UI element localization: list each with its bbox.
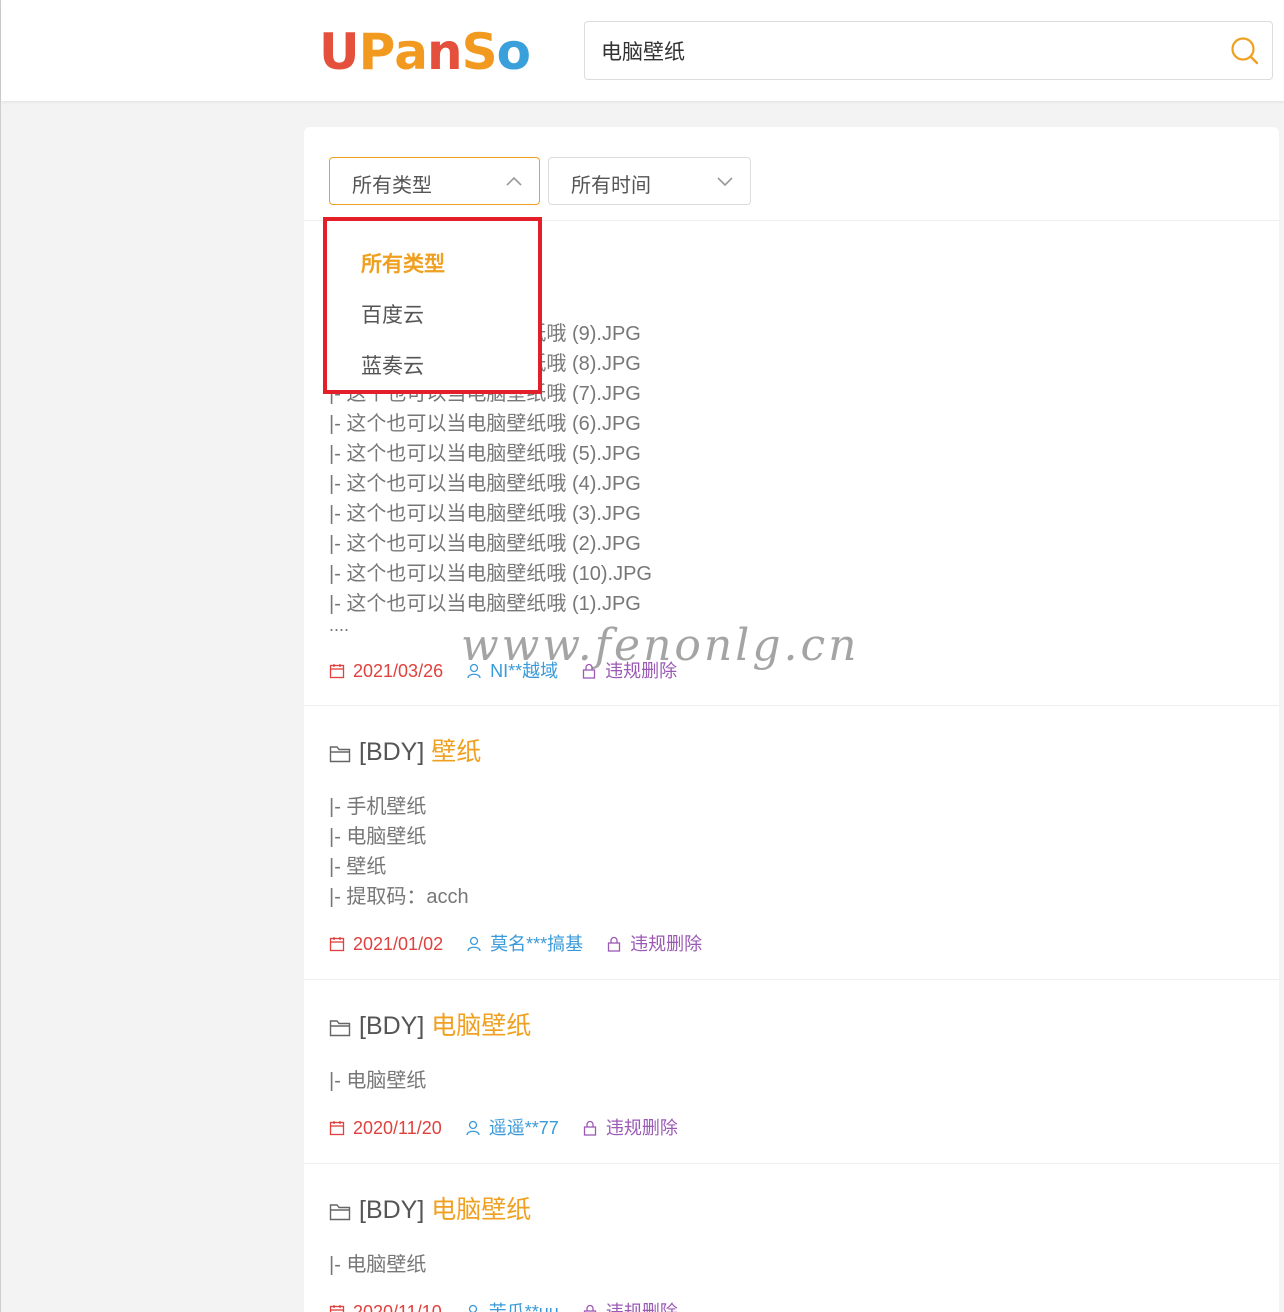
file-line: |- 这个也可以当电脑壁纸哦 (5).JPG: [329, 443, 641, 465]
result-prefix: [BDY]: [359, 1012, 425, 1040]
result-user: 遥遥**77: [488, 1118, 559, 1138]
dropdown-option-baidu[interactable]: 百度云: [361, 299, 424, 329]
chevron-up-icon: [506, 176, 522, 186]
user-field: NI**越域: [466, 661, 558, 681]
filter-bar: 所有类型 所有时间: [304, 127, 1279, 221]
search-input[interactable]: [601, 22, 1221, 79]
calendar-icon: [329, 664, 345, 679]
search-box: [584, 21, 1273, 80]
result-title[interactable]: [BDY] 电脑壁纸: [329, 1190, 531, 1226]
more-indicator: ....: [329, 615, 350, 635]
user-field: 遥遥**77: [465, 1118, 559, 1138]
logo-letter: S: [461, 23, 498, 81]
report-label: 违规删除: [605, 1302, 678, 1312]
result-date: 2020/11/20: [353, 1118, 442, 1138]
user-icon: [466, 1120, 480, 1136]
result-item: [BDY] 电脑壁纸 |- 电脑壁纸 2020/11/20 遥遥**77 违规删…: [304, 980, 1279, 1164]
result-user: NI**越域: [490, 661, 559, 681]
file-line: |- 这个也可以当电脑壁纸哦 (1).JPG: [329, 593, 641, 615]
site-logo[interactable]: UPanSo: [319, 22, 531, 82]
file-line: |- 这个也可以当电脑壁纸哦 (3).JPG: [329, 503, 641, 525]
logo-letter: a: [394, 23, 428, 81]
result-title[interactable]: [BDY] 壁纸: [329, 732, 481, 768]
report-label: 违规删除: [605, 1118, 678, 1138]
file-line: |- 壁纸: [329, 856, 387, 878]
date-field: 2020/11/10: [329, 1302, 442, 1312]
report-link[interactable]: 违规删除: [582, 1302, 678, 1312]
date-field: 2020/11/20: [329, 1118, 442, 1138]
result-keyword: 电脑壁纸: [431, 1196, 532, 1224]
file-line: |- 这个也可以当电脑壁纸哦 (4).JPG: [329, 473, 641, 495]
logo-letter: P: [358, 23, 396, 81]
date-field: 2021/03/26: [329, 661, 443, 681]
file-line: |- 手机壁纸: [329, 796, 427, 818]
result-keyword: 壁纸: [431, 738, 482, 766]
folder-icon: [329, 1020, 351, 1037]
result-user: 莫名***搞基: [490, 934, 584, 954]
result-meta: 2020/11/10 苦瓜**uu 违规删除: [329, 1298, 678, 1312]
calendar-icon: [329, 1305, 345, 1312]
result-item: [BDY] 电脑壁纸 |- 电脑壁纸 2020/11/10 苦瓜**uu 违规删…: [304, 1164, 1279, 1312]
site-header: UPanSo: [1, 0, 1284, 101]
time-filter-select[interactable]: 所有时间: [548, 157, 751, 205]
user-field: 苦瓜**uu: [465, 1302, 559, 1312]
result-title[interactable]: [BDY] 电脑壁纸: [329, 1006, 531, 1042]
user-icon: [467, 663, 481, 679]
type-dropdown-menu: 所有类型 百度云 蓝奏云: [323, 217, 542, 394]
date-field: 2021/01/02: [329, 934, 443, 954]
lock-icon: [583, 1120, 596, 1136]
result-meta: 2021/03/26 NI**越域 违规删除: [329, 657, 677, 683]
user-field: 莫名***搞基: [466, 934, 583, 954]
result-item: [BDY] 壁纸 |- 手机壁纸 |- 电脑壁纸 |- 壁纸 |- 提取码：ac…: [304, 706, 1279, 980]
type-filter-select[interactable]: 所有类型: [329, 157, 540, 205]
report-link[interactable]: 违规删除: [582, 1118, 678, 1138]
report-link[interactable]: 违规删除: [581, 661, 677, 681]
logo-letter: U: [319, 23, 360, 81]
report-link[interactable]: 违规删除: [606, 934, 702, 954]
user-icon: [468, 1304, 477, 1312]
result-date: 2021/03/26: [353, 661, 444, 681]
file-line: |- 电脑壁纸: [329, 826, 427, 848]
lock-icon: [583, 1304, 596, 1312]
result-prefix: [BDY]: [359, 1196, 425, 1224]
type-filter-label: 所有类型: [352, 175, 432, 197]
chevron-down-icon: [717, 177, 733, 187]
result-meta: 2021/01/02 莫名***搞基 违规删除: [329, 930, 702, 956]
calendar-icon: [329, 1121, 345, 1136]
file-line: |- 这个也可以当电脑壁纸哦 (6).JPG: [329, 413, 641, 435]
report-label: 违规删除: [605, 661, 678, 681]
file-line: |- 电脑壁纸: [329, 1070, 427, 1092]
lock-icon: [607, 936, 621, 952]
result-date: 2021/01/02: [353, 934, 444, 954]
result-date: 2020/11/10: [353, 1302, 442, 1312]
file-line: |- 提取码：acch: [329, 886, 469, 908]
result-meta: 2020/11/20 遥遥**77 违规删除: [329, 1114, 678, 1140]
folder-icon: [329, 1204, 351, 1221]
report-label: 违规删除: [630, 934, 703, 954]
file-line: |- 这个也可以当电脑壁纸哦 (2).JPG: [329, 533, 641, 555]
calendar-icon: [329, 937, 345, 952]
logo-letter: o: [496, 23, 531, 81]
time-filter-label: 所有时间: [571, 175, 651, 197]
result-prefix: [BDY]: [359, 738, 425, 766]
logo-letter: n: [427, 23, 463, 81]
dropdown-option-all[interactable]: 所有类型: [361, 248, 445, 278]
file-line: |- 电脑壁纸: [329, 1254, 427, 1276]
folder-icon: [329, 746, 351, 763]
file-line: |- 这个也可以当电脑壁纸哦 (10).JPG: [329, 563, 652, 585]
user-icon: [467, 936, 481, 952]
result-user: 苦瓜**uu: [488, 1302, 559, 1312]
dropdown-option-lanzou[interactable]: 蓝奏云: [361, 350, 424, 380]
search-icon[interactable]: [1230, 36, 1260, 66]
result-keyword: 电脑壁纸: [431, 1012, 532, 1040]
lock-icon: [582, 663, 596, 679]
